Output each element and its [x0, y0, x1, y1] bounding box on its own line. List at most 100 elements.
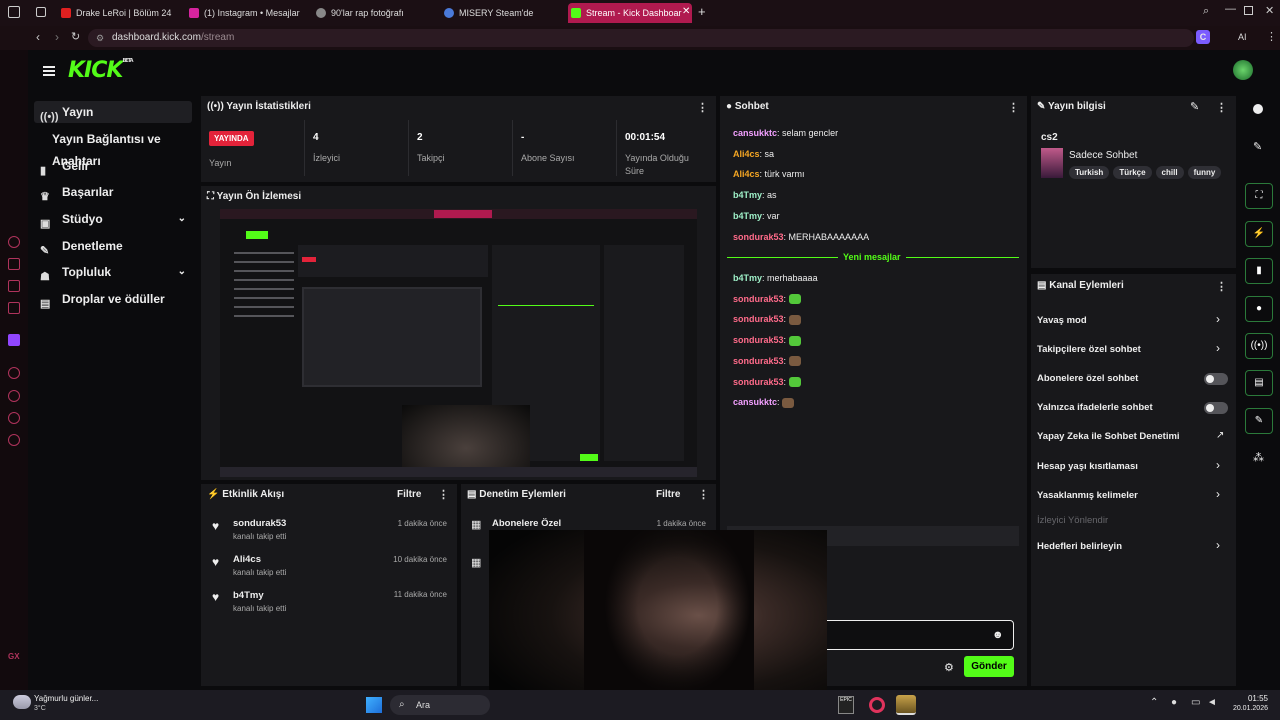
- tab-close-icon[interactable]: ✕: [682, 6, 690, 17]
- sidebar-item-studyo[interactable]: ▣ Stüdyo ⌄: [34, 208, 192, 230]
- clock-time[interactable]: 01:55: [1220, 694, 1268, 703]
- chevron-down-icon[interactable]: ⌄: [178, 261, 186, 283]
- sidebar-item-gelir[interactable]: ▮ Gelir: [34, 155, 192, 177]
- rail-wrench-button[interactable]: ✎: [1245, 408, 1273, 434]
- reload-icon[interactable]: ↻: [71, 30, 80, 43]
- mod-menu-icon[interactable]: ⋮: [698, 488, 709, 501]
- chevron-right-icon[interactable]: ›: [1216, 458, 1220, 472]
- rail-broadcast-button[interactable]: ((•)): [1245, 333, 1273, 359]
- sidebar-item-yayin[interactable]: ((•)) Yayın: [34, 101, 192, 123]
- search-tabs-icon[interactable]: ⌕: [1203, 5, 1209, 18]
- close-window-icon[interactable]: ✕: [1265, 4, 1274, 17]
- windows-start-icon[interactable]: [366, 697, 382, 713]
- channel-action-item[interactable]: Yasaklanmış kelimeler: [1037, 490, 1138, 501]
- activity-user[interactable]: Ali4cs: [233, 554, 261, 565]
- back-icon[interactable]: ‹: [36, 30, 40, 44]
- epic-games-icon[interactable]: EPIC: [838, 696, 854, 714]
- pencil-icon[interactable]: ✎: [1253, 140, 1262, 153]
- share-icon[interactable]: ⁂: [1253, 451, 1264, 464]
- external-link-icon[interactable]: ↗: [1216, 430, 1224, 441]
- taskbar-search[interactable]: ⌕ Ara: [390, 695, 490, 715]
- tab-youtube[interactable]: Drake LeRoi | Bölüm 24 | E: [58, 3, 174, 23]
- emote-icon[interactable]: [788, 356, 801, 367]
- gx-cube-icon[interactable]: [8, 390, 20, 402]
- chat-username[interactable]: Ali4cs: [733, 149, 760, 159]
- ai-button[interactable]: AI: [1238, 32, 1247, 42]
- chat-username[interactable]: sondurak53: [733, 377, 784, 387]
- tab-steam[interactable]: MISERY Steam'de: [441, 3, 559, 23]
- rail-preview-button[interactable]: ⛶: [1245, 183, 1273, 209]
- chevron-down-icon[interactable]: ⌄: [178, 208, 186, 230]
- gx-clock-icon[interactable]: [8, 236, 20, 248]
- network-icon[interactable]: ▭: [1191, 697, 1200, 708]
- channel-action-item[interactable]: Takipçilere özel sohbet: [1037, 344, 1141, 355]
- chevron-right-icon[interactable]: ›: [1216, 538, 1220, 552]
- forward-icon[interactable]: ›: [55, 30, 59, 44]
- chat-username[interactable]: b4Tmy: [733, 211, 762, 221]
- weather-icon[interactable]: [13, 695, 31, 709]
- tab-kick-dashboard[interactable]: Stream - Kick Dashboar: [568, 3, 692, 23]
- chat-username[interactable]: b4Tmy: [733, 273, 762, 283]
- profile-avatar[interactable]: C: [1196, 30, 1210, 44]
- emote-icon[interactable]: [788, 294, 801, 305]
- chat-username[interactable]: sondurak53: [733, 232, 784, 242]
- rail-chat-button[interactable]: ●: [1245, 296, 1273, 322]
- sidebar-item-denetleme[interactable]: ✎ Denetleme: [34, 235, 192, 257]
- browser-menu-icon[interactable]: ⋮: [1266, 30, 1277, 43]
- channel-action-item[interactable]: Abonelere özel sohbet: [1037, 373, 1138, 384]
- info-icon[interactable]: [1253, 104, 1263, 114]
- clock-date[interactable]: 20.01.2026: [1220, 705, 1268, 712]
- hamburger-menu-icon[interactable]: [43, 66, 55, 76]
- activity-user[interactable]: sondurak53: [233, 518, 286, 529]
- stream-info-menu-icon[interactable]: ⋮: [1216, 101, 1227, 114]
- maximize-icon[interactable]: [1244, 6, 1253, 15]
- activity-user[interactable]: b4Tmy: [233, 590, 264, 601]
- channel-actions-menu-icon[interactable]: ⋮: [1216, 280, 1227, 293]
- gx-share-icon[interactable]: [8, 412, 20, 424]
- chat-username[interactable]: sondurak53: [733, 335, 784, 345]
- chevron-right-icon[interactable]: ›: [1216, 341, 1220, 355]
- sidebar-item-basarilar[interactable]: ♛ Başarılar: [34, 181, 192, 203]
- chat-username[interactable]: Ali4cs: [733, 169, 760, 179]
- emote-icon[interactable]: [788, 335, 801, 346]
- activity-menu-icon[interactable]: ⋮: [438, 488, 449, 501]
- chevron-right-icon[interactable]: ›: [1216, 487, 1220, 501]
- site-settings-icon[interactable]: ⚙: [96, 29, 104, 47]
- chat-username[interactable]: sondurak53: [733, 294, 784, 304]
- channel-action-item[interactable]: Yavaş mod: [1037, 315, 1087, 326]
- minimize-icon[interactable]: —: [1225, 3, 1236, 15]
- stream-tag[interactable]: Türkçe: [1113, 166, 1152, 179]
- tray-chevron-icon[interactable]: ⌃: [1150, 697, 1158, 708]
- channel-action-item[interactable]: Yalnızca ifadelerle sohbet: [1037, 402, 1153, 413]
- rail-mod-button[interactable]: ▤: [1245, 370, 1273, 396]
- tab-overview-icon[interactable]: [36, 7, 46, 17]
- mic-icon[interactable]: ●: [1171, 697, 1177, 708]
- chat-username[interactable]: cansukktc: [733, 128, 777, 138]
- tab-image-search[interactable]: 90'lar rap fotoğrafı: [313, 3, 431, 23]
- gx-logo-icon[interactable]: GX: [8, 652, 20, 661]
- gx-history-icon[interactable]: [8, 367, 20, 379]
- new-tab-icon[interactable]: +: [698, 4, 706, 19]
- emote-picker-icon[interactable]: ☻: [992, 629, 1004, 641]
- gx-m-icon[interactable]: [8, 302, 20, 314]
- opera-gx-icon[interactable]: [869, 697, 885, 713]
- tab-instagram[interactable]: (1) Instagram • Mesajlar: [186, 3, 304, 23]
- toggle-switch[interactable]: [1204, 402, 1228, 414]
- stream-tag[interactable]: funny: [1187, 166, 1222, 179]
- channel-action-item[interactable]: Yapay Zeka ile Sohbet Denetimi: [1037, 431, 1180, 442]
- channel-action-item[interactable]: Hedefleri belirleyin: [1037, 541, 1122, 552]
- weather-title[interactable]: Yağmurlu günler...: [34, 694, 98, 703]
- chat-username[interactable]: b4Tmy: [733, 190, 762, 200]
- chat-username[interactable]: sondurak53: [733, 314, 784, 324]
- send-button[interactable]: Gönder: [964, 656, 1014, 677]
- sidebar-item-topluluk[interactable]: ☗ Topluluk ⌄: [34, 261, 192, 283]
- chat-username[interactable]: sondurak53: [733, 356, 784, 366]
- chat-username[interactable]: cansukktc: [733, 397, 777, 407]
- edit-icon[interactable]: ✎: [1190, 100, 1199, 113]
- gx-box-icon[interactable]: [8, 280, 20, 292]
- url-input[interactable]: ⚙ dashboard.kick.com/stream: [88, 29, 1194, 47]
- volume-icon[interactable]: ◄: [1207, 697, 1217, 708]
- stats-menu-icon[interactable]: ⋮: [697, 101, 708, 114]
- emote-icon[interactable]: [788, 377, 801, 388]
- mod-filter-button[interactable]: Filtre: [656, 489, 680, 500]
